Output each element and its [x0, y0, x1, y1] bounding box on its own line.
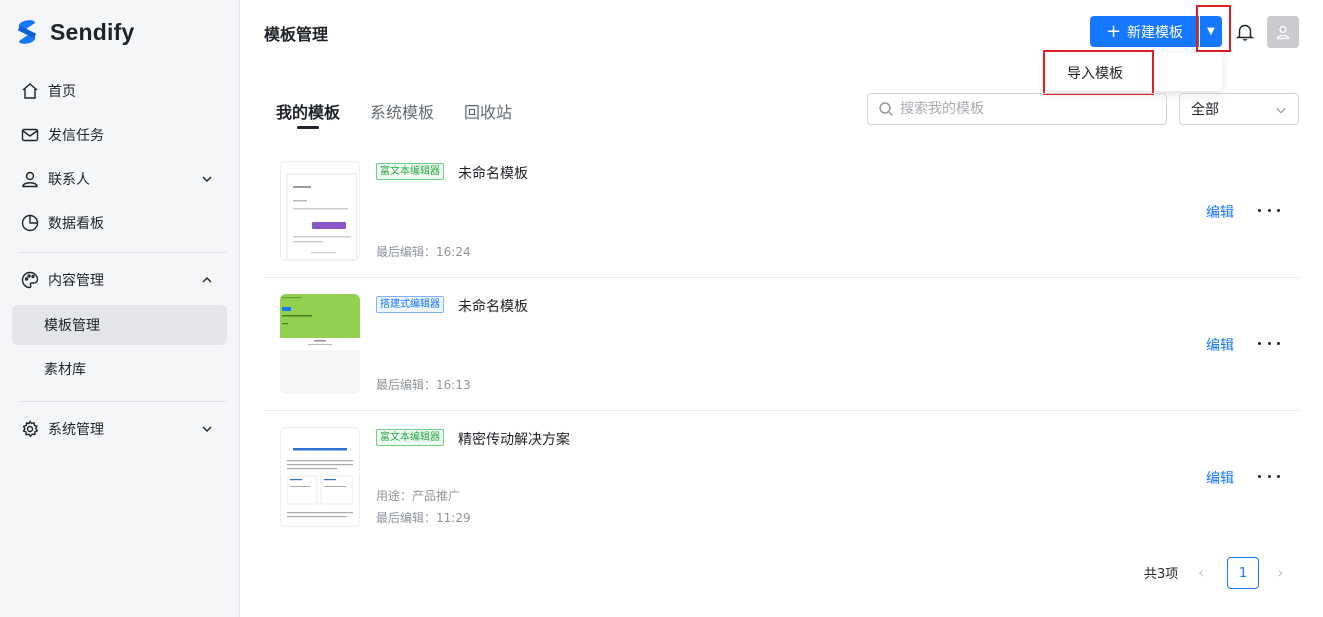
page-title: 模板管理	[264, 25, 329, 44]
filter-selected-value: 全部	[1191, 102, 1219, 118]
template-preview-image	[280, 294, 360, 394]
logo[interactable]: Sendify	[16, 16, 134, 48]
search-box[interactable]	[867, 93, 1167, 125]
app: Sendify 首页 发信任务 联系人 数据看板 内容管理 模板管理 素材库 系…	[0, 0, 1323, 617]
active-tab-indicator	[297, 126, 319, 129]
template-title[interactable]: 未命名模板	[458, 296, 528, 316]
menu-item-import-template[interactable]: 导入模板	[1067, 63, 1123, 83]
more-icon[interactable]	[1258, 468, 1280, 484]
new-template-dropdown-menu: 导入模板	[1046, 53, 1222, 91]
sidebar-item-label: 联系人	[48, 172, 90, 188]
sidebar-item-label: 数据看板	[48, 216, 104, 232]
chevron-down-icon	[202, 426, 212, 432]
template-preview-image	[281, 428, 359, 526]
tab-my-templates[interactable]: 我的模板	[276, 99, 340, 123]
avatar[interactable]	[1267, 16, 1299, 48]
more-icon[interactable]	[1258, 202, 1280, 218]
edit-link[interactable]: 编辑	[1206, 468, 1234, 488]
template-title[interactable]: 未命名模板	[458, 163, 528, 183]
filter-select[interactable]: 全部	[1179, 93, 1299, 125]
table-row[interactable]: 富文本编辑器 未命名模板 最后编辑：16:24 编辑	[264, 145, 1299, 278]
table-row[interactable]: 富文本编辑器 精密传动解决方案 用途：产品推广 最后编辑：11:29 编辑	[264, 411, 1299, 544]
template-title[interactable]: 精密传动解决方案	[458, 429, 570, 449]
chevron-right-icon[interactable]: ›	[1277, 563, 1283, 582]
sidebar-item-system[interactable]: 系统管理	[12, 409, 227, 449]
last-edited: 最后编辑：11:29	[376, 511, 471, 525]
sendify-logo-icon	[16, 17, 38, 47]
template-thumbnail[interactable]	[280, 427, 360, 527]
pagination-page[interactable]: 1	[1227, 557, 1259, 589]
brand-name: Sendify	[50, 18, 135, 45]
last-edited: 最后编辑：16:13	[376, 378, 471, 392]
editor-type-badge: 富文本编辑器	[376, 429, 444, 446]
caret-down-icon: ▼	[1207, 26, 1215, 37]
pie-chart-icon	[20, 213, 40, 233]
sidebar-item-home[interactable]: 首页	[12, 71, 227, 111]
sidebar-item-label: 首页	[48, 84, 76, 100]
mail-icon	[20, 125, 40, 145]
plus-icon: +	[1105, 20, 1122, 42]
template-preview-image	[281, 162, 359, 260]
bell-icon[interactable]	[1235, 22, 1255, 42]
sidebar-item-contacts[interactable]: 联系人	[12, 159, 227, 199]
sidebar-item-asset-library[interactable]: 素材库	[12, 349, 227, 389]
user-icon	[20, 169, 40, 189]
editor-type-badge: 富文本编辑器	[376, 163, 444, 180]
chevron-up-icon	[202, 277, 212, 283]
new-template-button[interactable]: + 新建模板	[1090, 16, 1199, 47]
search-icon	[879, 102, 893, 116]
editor-type-badge: 搭建式编辑器	[376, 296, 444, 313]
sidebar-item-label: 内容管理	[48, 273, 104, 289]
new-template-label: 新建模板	[1127, 24, 1184, 41]
sidebar-item-template-management[interactable]: 模板管理	[12, 305, 227, 345]
chevron-down-icon	[202, 176, 212, 182]
home-icon	[20, 81, 40, 101]
sidebar-divider	[20, 401, 227, 402]
template-usage: 用途：产品推广	[376, 489, 461, 503]
sidebar-item-label: 系统管理	[48, 422, 104, 438]
sidebar-item-dashboard[interactable]: 数据看板	[12, 203, 227, 243]
palette-icon	[20, 270, 40, 290]
sidebar-item-label: 发信任务	[48, 128, 104, 144]
edit-link[interactable]: 编辑	[1206, 202, 1234, 222]
more-icon[interactable]	[1258, 335, 1280, 351]
sidebar-divider	[20, 252, 227, 253]
chevron-left-icon[interactable]: ‹	[1198, 563, 1204, 582]
new-template-dropdown-button[interactable]: ▼	[1200, 16, 1222, 47]
gear-icon	[20, 419, 40, 439]
template-thumbnail[interactable]	[280, 161, 360, 261]
edit-link[interactable]: 编辑	[1206, 335, 1234, 355]
sidebar-item-content[interactable]: 内容管理	[12, 260, 227, 300]
tab-system-templates[interactable]: 系统模板	[370, 99, 434, 123]
sidebar-item-label: 模板管理	[44, 318, 100, 334]
user-avatar-icon	[1276, 25, 1290, 40]
search-input[interactable]	[900, 101, 1150, 117]
template-thumbnail[interactable]	[280, 294, 360, 394]
table-row[interactable]: 搭建式编辑器 未命名模板 最后编辑：16:13 编辑	[264, 278, 1299, 411]
last-edited: 最后编辑：16:24	[376, 245, 471, 259]
tab-recycle-bin[interactable]: 回收站	[464, 99, 512, 123]
sidebar-item-label: 素材库	[44, 362, 86, 378]
pagination-total: 共3项	[1144, 567, 1179, 582]
sidebar: Sendify 首页 发信任务 联系人 数据看板 内容管理 模板管理 素材库 系…	[0, 0, 240, 617]
sidebar-item-send-tasks[interactable]: 发信任务	[12, 115, 227, 155]
chevron-down-icon	[1276, 107, 1286, 114]
